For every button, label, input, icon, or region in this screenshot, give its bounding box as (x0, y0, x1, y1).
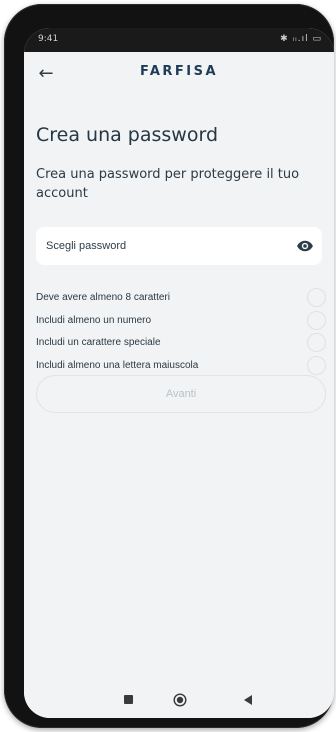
brand-logo: FARFISA (139, 64, 219, 79)
password-requirements: Deve avere almeno 8 caratteri Includi al… (36, 288, 326, 378)
system-nav-bar (24, 684, 334, 718)
screen: 9:41 ✱ ᵢᵢ.ıl ▭ ← FARFISA Crea una passwo… (24, 28, 334, 718)
eye-icon[interactable] (296, 237, 314, 255)
requirement-item: Includi un carattere speciale (36, 333, 326, 356)
next-button[interactable]: Avanti (36, 375, 326, 413)
app-bar: ← FARFISA (24, 52, 334, 96)
status-indicators: ✱ ᵢᵢ.ıl ▭ (280, 34, 322, 44)
requirement-label: Includi almeno un numero (36, 314, 152, 326)
status-time: 9:41 (38, 34, 59, 44)
status-bar: 9:41 ✱ ᵢᵢ.ıl ▭ (24, 28, 334, 52)
back-icon[interactable] (242, 694, 254, 706)
requirement-label: Includi un carattere speciale (36, 337, 161, 348)
requirement-label: Includi almeno una lettera maiuscola (36, 359, 199, 371)
requirement-item: Deve avere almeno 8 caratteri (36, 288, 326, 311)
page-subtitle: Crea una password per proteggere il tuo … (36, 167, 300, 201)
circle-check-icon (307, 310, 326, 330)
recents-icon[interactable] (124, 695, 133, 704)
circle-check-icon (307, 288, 326, 307)
password-field[interactable] (36, 227, 322, 265)
requirement-label: Deve avere almeno 8 caratteri (36, 292, 170, 303)
password-input[interactable] (46, 227, 276, 265)
circle-check-icon (307, 355, 326, 375)
phone-frame: 9:41 ✱ ᵢᵢ.ıl ▭ ← FARFISA Crea una passwo… (4, 4, 334, 728)
circle-check-icon (307, 333, 326, 352)
requirement-item: Includi almeno un numero (36, 310, 326, 334)
home-icon[interactable] (173, 693, 187, 707)
page-title: Crea una password (36, 124, 219, 146)
